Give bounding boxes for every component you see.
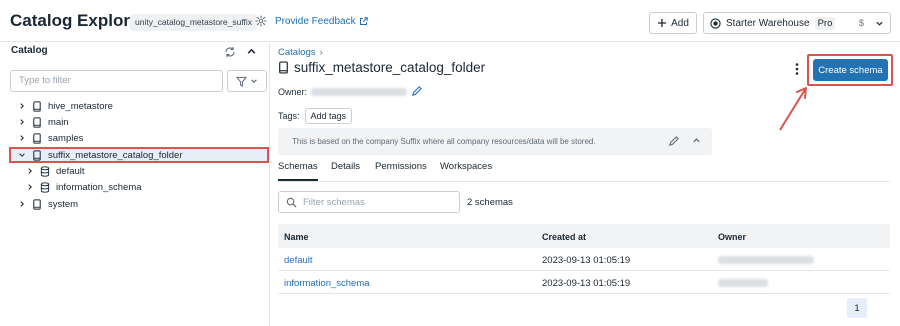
chevron-up-icon[interactable]: [692, 136, 701, 145]
created-at-cell: 2023-09-13 01:05:19: [542, 255, 631, 266]
warehouse-tier-badge: Pro: [814, 16, 836, 30]
tags-row: Tags: Add tags: [278, 108, 353, 124]
warehouse-name: Starter Warehouse: [726, 17, 810, 29]
schema-filter-input[interactable]: Filter schemas: [278, 191, 460, 213]
table-header: Name Created at Owner: [278, 224, 890, 248]
add-button[interactable]: Add: [649, 12, 697, 34]
catalog-icon: [278, 61, 289, 74]
tree-item-main[interactable]: main: [18, 114, 69, 130]
filter-icon: [236, 76, 247, 87]
refresh-icon[interactable]: [224, 46, 236, 58]
chevron-down-icon: [250, 77, 258, 85]
annotation-arrow: [770, 80, 814, 134]
breadcrumb: Catalogs ›: [278, 47, 323, 58]
tree-item-hive-metastore[interactable]: hive_metastore: [18, 98, 113, 114]
tree-item-default[interactable]: default: [26, 163, 85, 179]
catalog-icon: [32, 132, 42, 144]
chevron-right-icon: [18, 200, 26, 208]
catalog-title: suffix_metastore_catalog_folder: [278, 60, 485, 75]
chevron-right-icon: [18, 134, 26, 142]
schema-icon: [40, 165, 50, 177]
schema-name-link[interactable]: default: [284, 255, 313, 266]
search-icon: [286, 197, 297, 208]
tree-item-label: system: [48, 198, 79, 210]
column-header-owner[interactable]: Owner: [718, 232, 746, 242]
chevron-right-icon: [18, 102, 26, 110]
chevron-down-icon: [875, 19, 884, 28]
owner-cell-redacted: [718, 279, 768, 290]
tab-details[interactable]: Details: [331, 161, 360, 181]
tab-workspaces[interactable]: Workspaces: [440, 161, 492, 181]
pencil-icon[interactable]: [411, 86, 422, 97]
tree-item-label: information_schema: [56, 181, 142, 193]
tree-item-label: main: [48, 116, 69, 128]
catalog-icon: [32, 100, 42, 112]
warehouse-status-icon: [710, 17, 721, 29]
tree-item-label: hive_metastore: [48, 100, 113, 112]
metastore-chip[interactable]: unity_catalog_metastore_suffix: [130, 14, 258, 31]
schema-name-link[interactable]: information_schema: [284, 278, 370, 289]
catalog-title-text: suffix_metastore_catalog_folder: [294, 60, 486, 75]
tree-item-samples[interactable]: samples: [18, 130, 83, 146]
breadcrumb-catalogs-link[interactable]: Catalogs: [278, 47, 316, 58]
chevron-right-icon: [26, 183, 34, 191]
tab-bar: Schemas Details Permissions Workspaces: [278, 161, 890, 182]
owner-label: Owner:: [278, 86, 308, 97]
catalog-filter-input[interactable]: Type to filter: [10, 70, 223, 92]
page-title: Catalog Explorer: [10, 11, 147, 30]
warehouse-cost: $: [858, 18, 864, 28]
pagination-page-button[interactable]: 1: [847, 298, 867, 318]
tree-item-suffix-metastore-catalog-folder[interactable]: suffix_metastore_catalog_folder: [18, 147, 183, 163]
chevron-right-icon: [26, 167, 34, 175]
tab-schemas[interactable]: Schemas: [278, 161, 318, 181]
catalog-icon: [32, 198, 42, 210]
external-link-icon: [359, 17, 368, 26]
provide-feedback-link[interactable]: Provide Feedback: [275, 16, 368, 27]
tags-label: Tags:: [278, 111, 300, 121]
plus-icon: [657, 18, 667, 28]
catalog-icon: [32, 149, 42, 161]
owner-value-redacted: [311, 87, 408, 96]
tree-item-label: samples: [48, 132, 84, 144]
create-schema-button[interactable]: Create schema: [813, 59, 888, 81]
add-label: Add: [671, 17, 689, 29]
chevron-right-icon: [18, 118, 26, 126]
table-row: information_schema 2023-09-13 01:05:19: [278, 271, 890, 294]
owner-row: Owner:: [278, 86, 422, 97]
tree-item-label: default: [56, 165, 85, 177]
sidebar-title: Catalog: [11, 45, 48, 56]
more-options-icon[interactable]: [794, 62, 800, 76]
pencil-icon[interactable]: [668, 136, 679, 147]
schema-icon: [40, 181, 50, 193]
filter-button[interactable]: [227, 70, 267, 92]
warehouse-select[interactable]: Starter Warehouse Pro $: [703, 12, 891, 34]
tab-permissions[interactable]: Permissions: [375, 161, 427, 181]
catalog-description: This is based on the company Suffix wher…: [278, 128, 712, 155]
column-header-created[interactable]: Created at: [542, 232, 586, 242]
column-header-name[interactable]: Name: [284, 232, 309, 242]
add-tags-button[interactable]: Add tags: [304, 108, 353, 124]
feedback-label: Provide Feedback: [275, 16, 356, 27]
tree-item-label: suffix_metastore_catalog_folder: [48, 149, 183, 161]
schema-filter-placeholder: Filter schemas: [303, 196, 365, 208]
tree-item-system[interactable]: system: [18, 196, 78, 212]
breadcrumb-separator: ›: [319, 47, 323, 58]
chevron-down-icon: [18, 151, 26, 159]
schema-count: 2 schemas: [467, 197, 513, 208]
owner-cell-redacted: [718, 256, 814, 267]
tree-item-information-schema[interactable]: information_schema: [26, 179, 142, 195]
catalog-icon: [32, 116, 42, 128]
gear-icon[interactable]: [255, 15, 267, 27]
chevron-up-icon[interactable]: [246, 46, 257, 57]
table-row: default 2023-09-13 01:05:19: [278, 248, 890, 271]
created-at-cell: 2023-09-13 01:05:19: [542, 278, 631, 289]
